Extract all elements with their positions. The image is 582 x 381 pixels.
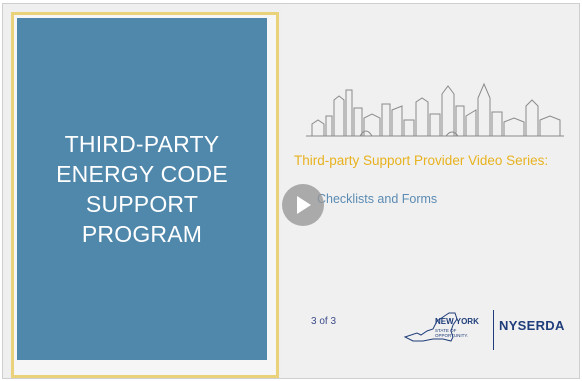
- slide-title: THIRD-PARTY ENERGY CODE SUPPORT PROGRAM: [56, 131, 228, 247]
- play-icon: [297, 196, 311, 214]
- new-york-logo-text: NEW YORK: [435, 317, 479, 326]
- logo-divider: [493, 310, 494, 350]
- new-york-logo-tagline: STATE OF OPPORTUNITY.: [435, 328, 469, 338]
- nyserda-logo: NYSERDA: [499, 318, 565, 333]
- city-skyline-illustration: [306, 82, 564, 137]
- page-indicator: 3 of 3: [311, 316, 337, 327]
- title-panel: THIRD-PARTY ENERGY CODE SUPPORT PROGRAM: [17, 18, 267, 360]
- slide-subtitle: Checklists and Forms: [317, 192, 438, 206]
- series-title: Third-party Support Provider Video Serie…: [294, 153, 549, 168]
- play-button[interactable]: [282, 184, 324, 226]
- new-york-state-outline-icon: [403, 312, 458, 342]
- video-player[interactable]: THIRD-PARTY ENERGY CODE SUPPORT PROGRAM …: [2, 3, 580, 379]
